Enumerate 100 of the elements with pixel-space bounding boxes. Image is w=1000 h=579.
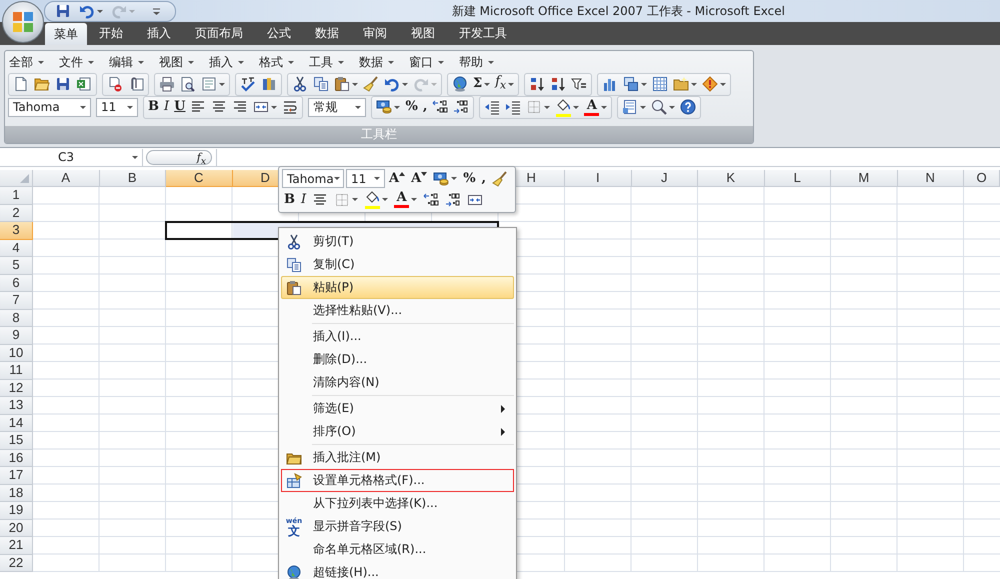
toolbar-button[interactable]: U xyxy=(172,98,188,116)
row-header[interactable]: 2 xyxy=(0,204,33,222)
column-header[interactable]: K xyxy=(698,170,764,187)
font-size-field[interactable]: 11 xyxy=(96,98,138,116)
row-header[interactable]: 20 xyxy=(0,520,33,537)
ribbon-tab[interactable]: 菜单 xyxy=(45,23,87,45)
magnifier-icon xyxy=(651,99,668,115)
menu-item[interactable]: 编辑 xyxy=(109,54,159,70)
menu-item[interactable]: 排序(O) xyxy=(281,420,514,443)
toolbar-button[interactable]: B xyxy=(146,98,161,116)
ribbon-tab[interactable]: 开发工具 xyxy=(447,22,519,45)
row-header[interactable]: 6 xyxy=(0,274,33,292)
menu-item[interactable]: 插入(I)... xyxy=(281,325,514,348)
toolbar-button[interactable]: A xyxy=(409,169,430,188)
toolbar-button[interactable]: A xyxy=(392,190,420,209)
row-header[interactable]: 18 xyxy=(0,484,33,502)
menu-item[interactable]: 清除内容(N) xyxy=(281,371,514,394)
row-header[interactable]: 8 xyxy=(0,310,33,327)
menu-item[interactable]: 设置单元格格式(F)... xyxy=(281,469,514,492)
menu-item[interactable]: 插入 xyxy=(209,54,259,70)
ribbon-tab[interactable]: 页面布局 xyxy=(183,22,255,45)
menu-item[interactable]: 插入批注(M) xyxy=(281,446,514,469)
column-header[interactable]: N xyxy=(898,170,964,187)
toolbar-button[interactable]: I xyxy=(299,190,308,209)
toolbar-button[interactable]: % xyxy=(461,169,478,188)
menu-item[interactable]: 超链接(H)... xyxy=(281,561,514,579)
insert-function-button[interactable]: f$_{x}$ xyxy=(146,150,212,164)
toolbar-button[interactable]: % xyxy=(403,98,420,116)
menu-item[interactable]: 选择性粘贴(V)... xyxy=(281,299,514,322)
menu-item[interactable]: 命名单元格区域(R)... xyxy=(281,538,514,561)
column-header[interactable]: B xyxy=(100,170,166,187)
menu-item[interactable]: 窗口 xyxy=(409,54,459,70)
menu-item[interactable]: 格式 xyxy=(259,54,309,70)
row-header[interactable]: 11 xyxy=(0,362,33,380)
name-box[interactable]: C3 xyxy=(0,148,143,166)
toolbar-button[interactable] xyxy=(332,74,360,94)
menu-item[interactable]: 帮助 xyxy=(459,54,509,70)
toolbar-button[interactable] xyxy=(649,98,678,116)
menu-item[interactable]: 工具 xyxy=(309,54,359,70)
toolbar-button[interactable] xyxy=(621,74,650,94)
column-header[interactable]: J xyxy=(632,170,698,187)
caret-icon xyxy=(80,106,86,108)
ribbon-tab[interactable]: 数据 xyxy=(303,22,351,45)
row-header[interactable]: 17 xyxy=(0,467,33,484)
ribbon-tab[interactable]: 开始 xyxy=(87,22,135,45)
ribbon-tab[interactable]: 公式 xyxy=(255,22,303,45)
toolbar-button[interactable]: Σ xyxy=(471,74,492,94)
menu-item[interactable]: 筛选(E) xyxy=(281,397,514,420)
menu-item[interactable]: 剪切(T) xyxy=(281,230,514,253)
menu-item[interactable]: 文件 xyxy=(59,54,109,70)
number-format-field[interactable]: 常规 xyxy=(308,98,366,116)
ribbon-tab[interactable]: 插入 xyxy=(135,22,183,45)
menu-item[interactable]: 从下拉列表中选择(K)... xyxy=(281,492,514,515)
column-header[interactable]: A xyxy=(33,170,100,187)
row-header[interactable]: 12 xyxy=(0,380,33,397)
menu-item[interactable]: 视图 xyxy=(159,54,209,70)
row-header[interactable]: 4 xyxy=(0,240,33,257)
row-header[interactable]: 22 xyxy=(0,554,33,572)
row-header[interactable]: 3 xyxy=(0,222,33,240)
row-header[interactable]: 16 xyxy=(0,450,33,467)
toolbar-button[interactable] xyxy=(238,74,258,94)
menu-item[interactable]: 粘贴(P) xyxy=(281,276,514,299)
column-header[interactable]: O xyxy=(964,170,1000,187)
column-header[interactable]: I xyxy=(565,170,632,187)
toolbar-button[interactable]: , xyxy=(420,98,430,116)
column-header[interactable]: C xyxy=(166,170,232,187)
toolbar-button[interactable]: f$_{x}$ xyxy=(493,74,516,94)
decrease-decimal-icon xyxy=(445,192,462,208)
menu-item[interactable]: 数据 xyxy=(359,54,409,70)
ribbon-tab[interactable]: 视图 xyxy=(399,22,447,45)
column-header[interactable]: L xyxy=(764,170,831,187)
font-size-field[interactable]: 11 xyxy=(346,169,385,188)
toolbar-button[interactable] xyxy=(362,190,390,209)
toolbar-button[interactable] xyxy=(678,98,698,116)
column-header[interactable]: M xyxy=(831,170,898,187)
row-header[interactable]: 7 xyxy=(0,292,33,310)
row-header[interactable]: 10 xyxy=(0,344,33,362)
menu-item[interactable]: 复制(C) xyxy=(281,253,514,276)
toolbar-button[interactable] xyxy=(700,74,728,94)
toolbar-button[interactable] xyxy=(374,98,402,116)
toolbar-button[interactable]: A xyxy=(582,98,610,116)
toolbar-button[interactable]: , xyxy=(480,169,488,188)
row-header[interactable]: 19 xyxy=(0,502,33,520)
font-name-field[interactable]: Tahoma xyxy=(282,169,344,188)
toolbar-button[interactable]: B xyxy=(282,190,297,209)
row-header[interactable]: 13 xyxy=(0,397,33,414)
row-header[interactable]: 5 xyxy=(0,257,33,274)
toolbar-button[interactable] xyxy=(157,74,177,94)
menu-item[interactable]: 删除(D)... xyxy=(281,348,514,371)
row-header[interactable]: 9 xyxy=(0,327,33,344)
ribbon-tab[interactable]: 审阅 xyxy=(351,22,399,45)
toolbar-button[interactable] xyxy=(553,98,582,116)
toolbar-button[interactable]: A xyxy=(387,169,408,188)
toolbar-button[interactable]: I xyxy=(162,98,172,116)
menu-item[interactable]: 全部 xyxy=(9,54,59,70)
row-header[interactable]: 21 xyxy=(0,537,33,554)
row-header[interactable]: 15 xyxy=(0,432,33,450)
font-name-field[interactable]: Tahoma xyxy=(8,98,91,116)
row-header[interactable]: 1 xyxy=(0,187,33,204)
row-header[interactable]: 14 xyxy=(0,414,33,432)
